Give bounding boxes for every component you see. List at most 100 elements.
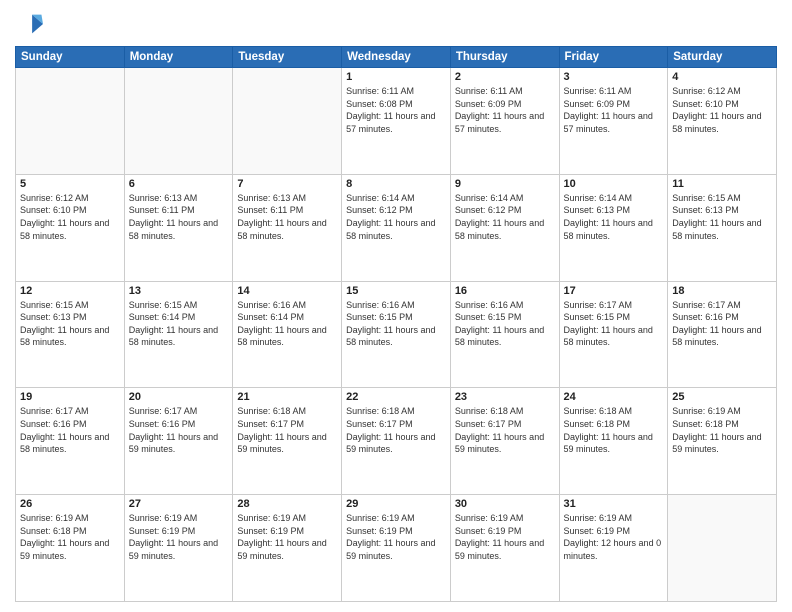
day-cell: 5 Sunrise: 6:12 AM Sunset: 6:10 PM Daylig…: [16, 174, 125, 281]
day-info: Sunrise: 6:16 AM Sunset: 6:15 PM Dayligh…: [455, 299, 555, 349]
day-info: Sunrise: 6:18 AM Sunset: 6:17 PM Dayligh…: [346, 405, 446, 455]
day-info: Sunrise: 6:11 AM Sunset: 6:08 PM Dayligh…: [346, 85, 446, 135]
calendar-table: SundayMondayTuesdayWednesdayThursdayFrid…: [15, 46, 777, 602]
week-row: 5 Sunrise: 6:12 AM Sunset: 6:10 PM Daylig…: [16, 174, 777, 281]
day-number: 29: [346, 498, 446, 510]
week-row: 12 Sunrise: 6:15 AM Sunset: 6:13 PM Dayli…: [16, 281, 777, 388]
day-cell: 8Sunrise: 6:14 AM Sunset: 6:12 PM Daylig…: [342, 174, 451, 281]
day-cell: 29 Sunrise: 6:19 AM Sunset: 6:19 PM Dayli…: [342, 495, 451, 602]
day-info: Sunrise: 6:18 AM Sunset: 6:18 PM Dayligh…: [564, 405, 664, 455]
day-number: 9: [455, 178, 555, 190]
day-cell: 21 Sunrise: 6:18 AM Sunset: 6:17 PM Dayli…: [233, 388, 342, 495]
day-info: Sunrise: 6:19 AM Sunset: 6:18 PM Dayligh…: [20, 512, 120, 562]
day-number: 27: [129, 498, 229, 510]
day-cell: 20 Sunrise: 6:17 AM Sunset: 6:16 PM Dayli…: [124, 388, 233, 495]
header: [15, 10, 777, 38]
day-number: 18: [672, 285, 772, 297]
day-number: 4: [672, 71, 772, 83]
day-cell: 27 Sunrise: 6:19 AM Sunset: 6:19 PM Dayli…: [124, 495, 233, 602]
day-cell: 11 Sunrise: 6:15 AM Sunset: 6:13 PM Dayli…: [668, 174, 777, 281]
day-cell: 16Sunrise: 6:16 AM Sunset: 6:15 PM Dayli…: [450, 281, 559, 388]
day-info: Sunrise: 6:16 AM Sunset: 6:14 PM Dayligh…: [237, 299, 337, 349]
day-cell: 12 Sunrise: 6:15 AM Sunset: 6:13 PM Dayli…: [16, 281, 125, 388]
day-info: Sunrise: 6:19 AM Sunset: 6:19 PM Dayligh…: [455, 512, 555, 562]
day-info: Sunrise: 6:14 AM Sunset: 6:12 PM Dayligh…: [455, 192, 555, 242]
day-number: 22: [346, 391, 446, 403]
day-cell: 19 Sunrise: 6:17 AM Sunset: 6:16 PM Dayli…: [16, 388, 125, 495]
day-info: Sunrise: 6:11 AM Sunset: 6:09 PM Dayligh…: [564, 85, 664, 135]
day-info: Sunrise: 6:17 AM Sunset: 6:15 PM Dayligh…: [564, 299, 664, 349]
day-number: 14: [237, 285, 337, 297]
day-number: 23: [455, 391, 555, 403]
day-cell: 7 Sunrise: 6:13 AM Sunset: 6:11 PM Daylig…: [233, 174, 342, 281]
day-number: 11: [672, 178, 772, 190]
day-info: Sunrise: 6:18 AM Sunset: 6:17 PM Dayligh…: [237, 405, 337, 455]
day-info: Sunrise: 6:13 AM Sunset: 6:11 PM Dayligh…: [237, 192, 337, 242]
day-number: 19: [20, 391, 120, 403]
weekday-header: Tuesday: [233, 47, 342, 68]
day-info: Sunrise: 6:18 AM Sunset: 6:17 PM Dayligh…: [455, 405, 555, 455]
day-number: 25: [672, 391, 772, 403]
day-number: 8: [346, 178, 446, 190]
day-number: 30: [455, 498, 555, 510]
day-cell: 28Sunrise: 6:19 AM Sunset: 6:19 PM Dayli…: [233, 495, 342, 602]
day-info: Sunrise: 6:19 AM Sunset: 6:19 PM Dayligh…: [564, 512, 664, 562]
day-info: Sunrise: 6:19 AM Sunset: 6:19 PM Dayligh…: [346, 512, 446, 562]
day-number: 24: [564, 391, 664, 403]
day-number: 13: [129, 285, 229, 297]
day-number: 1: [346, 71, 446, 83]
day-number: 31: [564, 498, 664, 510]
day-cell: 25 Sunrise: 6:19 AM Sunset: 6:18 PM Dayli…: [668, 388, 777, 495]
day-number: 7: [237, 178, 337, 190]
day-number: 6: [129, 178, 229, 190]
weekday-header: Saturday: [668, 47, 777, 68]
day-info: Sunrise: 6:12 AM Sunset: 6:10 PM Dayligh…: [672, 85, 772, 135]
page: SundayMondayTuesdayWednesdayThursdayFrid…: [0, 0, 792, 612]
day-info: Sunrise: 6:11 AM Sunset: 6:09 PM Dayligh…: [455, 85, 555, 135]
day-number: 21: [237, 391, 337, 403]
weekday-header: Thursday: [450, 47, 559, 68]
weekday-header: Monday: [124, 47, 233, 68]
day-info: Sunrise: 6:15 AM Sunset: 6:13 PM Dayligh…: [672, 192, 772, 242]
weekday-row: SundayMondayTuesdayWednesdayThursdayFrid…: [16, 47, 777, 68]
day-cell: 9 Sunrise: 6:14 AM Sunset: 6:12 PM Daylig…: [450, 174, 559, 281]
day-number: 2: [455, 71, 555, 83]
day-cell: 17Sunrise: 6:17 AM Sunset: 6:15 PM Dayli…: [559, 281, 668, 388]
day-cell: 26 Sunrise: 6:19 AM Sunset: 6:18 PM Dayli…: [16, 495, 125, 602]
logo: [15, 10, 47, 38]
day-cell: 23 Sunrise: 6:18 AM Sunset: 6:17 PM Dayli…: [450, 388, 559, 495]
day-info: Sunrise: 6:12 AM Sunset: 6:10 PM Dayligh…: [20, 192, 120, 242]
day-info: Sunrise: 6:15 AM Sunset: 6:13 PM Dayligh…: [20, 299, 120, 349]
calendar-header: SundayMondayTuesdayWednesdayThursdayFrid…: [16, 47, 777, 68]
day-cell: 24 Sunrise: 6:18 AM Sunset: 6:18 PM Dayli…: [559, 388, 668, 495]
day-number: 5: [20, 178, 120, 190]
day-number: 26: [20, 498, 120, 510]
day-number: 10: [564, 178, 664, 190]
logo-icon: [15, 10, 43, 38]
day-info: Sunrise: 6:14 AM Sunset: 6:13 PM Dayligh…: [564, 192, 664, 242]
weekday-header: Wednesday: [342, 47, 451, 68]
day-number: 12: [20, 285, 120, 297]
day-cell: [16, 68, 125, 175]
day-cell: 3 Sunrise: 6:11 AM Sunset: 6:09 PM Daylig…: [559, 68, 668, 175]
weekday-header: Sunday: [16, 47, 125, 68]
weekday-header: Friday: [559, 47, 668, 68]
week-row: 26 Sunrise: 6:19 AM Sunset: 6:18 PM Dayli…: [16, 495, 777, 602]
day-info: Sunrise: 6:16 AM Sunset: 6:15 PM Dayligh…: [346, 299, 446, 349]
day-cell: 18 Sunrise: 6:17 AM Sunset: 6:16 PM Dayli…: [668, 281, 777, 388]
day-cell: [233, 68, 342, 175]
day-info: Sunrise: 6:19 AM Sunset: 6:19 PM Dayligh…: [129, 512, 229, 562]
day-info: Sunrise: 6:17 AM Sunset: 6:16 PM Dayligh…: [129, 405, 229, 455]
day-cell: 13Sunrise: 6:15 AM Sunset: 6:14 PM Dayli…: [124, 281, 233, 388]
week-row: 1 Sunrise: 6:11 AM Sunset: 6:08 PM Daylig…: [16, 68, 777, 175]
day-cell: 2 Sunrise: 6:11 AM Sunset: 6:09 PM Daylig…: [450, 68, 559, 175]
day-cell: 30 Sunrise: 6:19 AM Sunset: 6:19 PM Dayli…: [450, 495, 559, 602]
day-info: Sunrise: 6:19 AM Sunset: 6:18 PM Dayligh…: [672, 405, 772, 455]
day-info: Sunrise: 6:17 AM Sunset: 6:16 PM Dayligh…: [672, 299, 772, 349]
day-number: 3: [564, 71, 664, 83]
calendar-body: 1 Sunrise: 6:11 AM Sunset: 6:08 PM Daylig…: [16, 68, 777, 602]
day-number: 20: [129, 391, 229, 403]
week-row: 19 Sunrise: 6:17 AM Sunset: 6:16 PM Dayli…: [16, 388, 777, 495]
day-cell: 14 Sunrise: 6:16 AM Sunset: 6:14 PM Dayli…: [233, 281, 342, 388]
day-info: Sunrise: 6:17 AM Sunset: 6:16 PM Dayligh…: [20, 405, 120, 455]
